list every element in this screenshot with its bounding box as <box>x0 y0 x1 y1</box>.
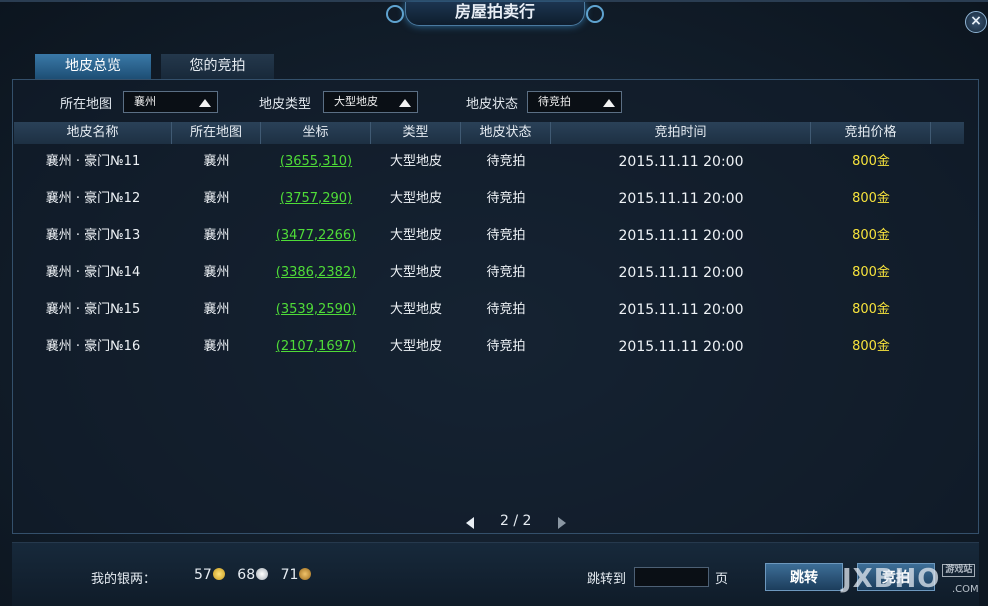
type-filter-label: 地皮类型 <box>259 97 312 112</box>
cell-price: 800金 <box>852 302 890 317</box>
header-map[interactable]: 所在地图 <box>172 122 261 144</box>
cell-name: 襄州 · 豪门№14 <box>45 265 141 280</box>
cell-type: 大型地皮 <box>389 191 442 206</box>
table-row[interactable]: 襄州 · 豪门№11 襄州 (3655,310) 大型地皮 待竞拍 2015.11.11 … <box>14 147 964 177</box>
cell-name: 襄州 · 豪门№13 <box>45 228 141 243</box>
coord-link[interactable]: (3539,2590) <box>276 302 356 317</box>
cell-time: 2015.11.11 20:00 <box>618 154 744 170</box>
type-dropdown-value: 大型地皮 <box>334 95 378 108</box>
tab-my-bids[interactable]: 您的竞拍 <box>161 54 274 79</box>
cell-map: 襄州 <box>203 302 230 317</box>
status-dropdown[interactable]: 待竞拍 <box>527 91 622 113</box>
filter-bar: 所在地图 襄州 地皮类型 大型地皮 地皮状态 待竞拍 <box>0 91 988 113</box>
cell-status: 待竞拍 <box>486 265 526 280</box>
header-type[interactable]: 类型 <box>371 122 461 144</box>
cell-name: 襄州 · 豪门№15 <box>45 302 141 317</box>
auction-window: 房屋拍卖行 × 地皮总览 您的竞拍 所在地图 襄州 地皮类型 大型地皮 地皮状态… <box>0 0 988 606</box>
cell-price: 800金 <box>852 265 890 280</box>
page-indicator: 2 / 2 <box>500 513 532 529</box>
cell-time: 2015.11.11 20:00 <box>618 339 744 355</box>
map-dropdown-value: 襄州 <box>134 95 156 108</box>
silver-amount: 68 <box>237 567 256 583</box>
dropdown-arrow-icon <box>603 99 615 107</box>
cell-map: 襄州 <box>203 339 230 354</box>
cell-type: 大型地皮 <box>389 302 442 317</box>
cell-coord: (3539,2590) <box>261 295 371 325</box>
header-name[interactable]: 地皮名称 <box>14 122 172 144</box>
jump-page-input[interactable] <box>634 567 709 587</box>
coord-link[interactable]: (3477,2266) <box>276 228 356 243</box>
silver-label: 我的银两： <box>91 572 157 587</box>
table-header: 地皮名称 所在地图 坐标 类型 地皮状态 竞拍时间 竞拍价格 <box>14 122 964 144</box>
cell-price: 800金 <box>852 339 890 354</box>
cell-status: 待竞拍 <box>486 191 526 206</box>
status-dropdown-value: 待竞拍 <box>538 95 571 108</box>
map-dropdown[interactable]: 襄州 <box>123 91 218 113</box>
cell-type: 大型地皮 <box>389 265 442 280</box>
page-suffix: 页 <box>715 572 729 587</box>
cell-status: 待竞拍 <box>486 339 526 354</box>
dropdown-arrow-icon <box>199 99 211 107</box>
type-dropdown[interactable]: 大型地皮 <box>323 91 418 113</box>
jump-label: 跳转到 <box>587 572 627 587</box>
cell-price: 800金 <box>852 191 890 206</box>
cell-price: 800金 <box>852 228 890 243</box>
map-filter-label: 所在地图 <box>60 97 113 112</box>
cell-status: 待竞拍 <box>486 228 526 243</box>
cell-name: 襄州 · 豪门№11 <box>45 154 141 169</box>
status-filter-label: 地皮状态 <box>466 97 519 112</box>
dropdown-arrow-icon <box>399 99 411 107</box>
coord-link[interactable]: (3386,2382) <box>276 265 356 280</box>
cell-type: 大型地皮 <box>389 339 442 354</box>
table-row[interactable]: 襄州 · 豪门№15 襄州 (3539,2590) 大型地皮 待竞拍 2015.11.11… <box>14 295 964 325</box>
next-page-icon[interactable] <box>558 517 566 529</box>
cell-coord: (3386,2382) <box>261 258 371 288</box>
window-title: 房屋拍卖行 <box>386 2 604 26</box>
watermark-badge: 游戏站 <box>942 564 976 577</box>
table-row[interactable]: 襄州 · 豪门№12 襄州 (3757,290) 大型地皮 待竞拍 2015.11.11 … <box>14 184 964 214</box>
cell-coord: (3477,2266) <box>261 221 371 251</box>
watermark-com: .COM <box>952 584 979 595</box>
cell-coord: (3757,290) <box>261 184 371 214</box>
coord-link[interactable]: (3757,290) <box>280 191 352 206</box>
cell-status: 待竞拍 <box>486 154 526 169</box>
currency-display: 57 68 71 <box>194 567 312 583</box>
cell-map: 襄州 <box>203 154 230 169</box>
gold-coin-icon <box>212 568 225 580</box>
cell-map: 襄州 <box>203 265 230 280</box>
cell-time: 2015.11.11 20:00 <box>618 302 744 318</box>
cell-time: 2015.11.11 20:00 <box>618 228 744 244</box>
close-icon[interactable]: × <box>965 11 987 33</box>
table-row[interactable]: 襄州 · 豪门№16 襄州 (2107,1697) 大型地皮 待竞拍 2015.11.11… <box>14 332 964 362</box>
header-time[interactable]: 竞拍时间 <box>551 122 811 144</box>
cell-map: 襄州 <box>203 228 230 243</box>
cell-map: 襄州 <box>203 191 230 206</box>
cell-status: 待竞拍 <box>486 302 526 317</box>
cell-type: 大型地皮 <box>389 228 442 243</box>
cell-coord: (2107,1697) <box>261 332 371 362</box>
cell-name: 襄州 · 豪门№16 <box>45 339 141 354</box>
prev-page-icon[interactable] <box>466 517 474 529</box>
cell-name: 襄州 · 豪门№12 <box>45 191 141 206</box>
table-row[interactable]: 襄州 · 豪门№14 襄州 (3386,2382) 大型地皮 待竞拍 2015.11.11… <box>14 258 964 288</box>
cell-time: 2015.11.11 20:00 <box>618 191 744 207</box>
gold-amount: 57 <box>194 567 212 583</box>
copper-coin-icon <box>299 568 312 580</box>
table-row[interactable]: 襄州 · 豪门№13 襄州 (3477,2266) 大型地皮 待竞拍 2015.11.11… <box>14 221 964 251</box>
coord-link[interactable]: (2107,1697) <box>276 339 356 354</box>
cell-coord: (3655,310) <box>261 147 371 177</box>
cell-type: 大型地皮 <box>389 154 442 169</box>
header-status[interactable]: 地皮状态 <box>461 122 551 144</box>
coord-link[interactable]: (3655,310) <box>280 154 352 169</box>
silver-coin-icon <box>256 568 269 580</box>
watermark-text: JXBHO <box>842 564 941 594</box>
jump-button[interactable]: 跳转 <box>765 563 843 591</box>
cell-time: 2015.11.11 20:00 <box>618 265 744 281</box>
cell-price: 800金 <box>852 154 890 169</box>
header-coord[interactable]: 坐标 <box>261 122 371 144</box>
tab-overview[interactable]: 地皮总览 <box>35 54 151 79</box>
header-price[interactable]: 竞拍价格 <box>811 122 931 144</box>
copper-amount: 71 <box>280 567 299 583</box>
